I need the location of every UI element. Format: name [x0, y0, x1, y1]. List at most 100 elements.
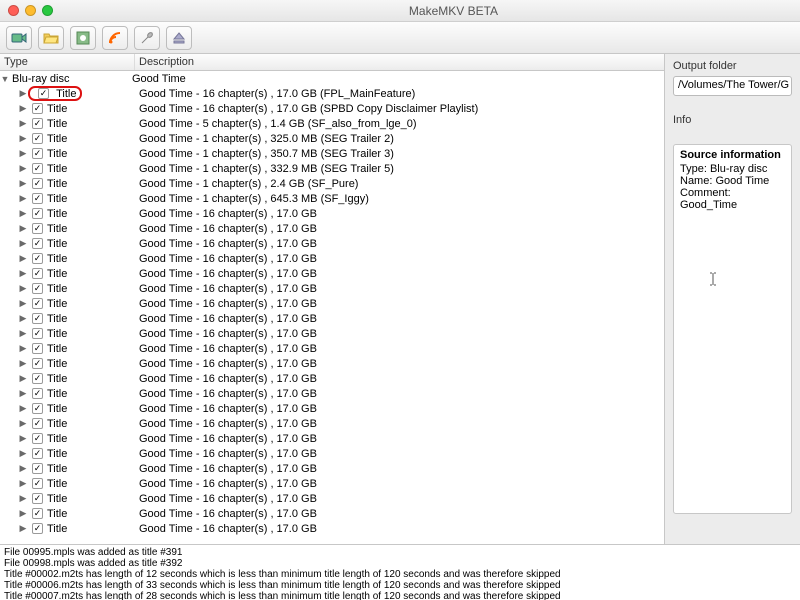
title-description[interactable]: Good Time - 16 chapter(s) , 17.0 GB [135, 403, 317, 415]
title-row[interactable]: ▶✓ TitleGood Time - 16 chapter(s) , 17.0… [0, 86, 664, 101]
title-row[interactable]: ▶✓TitleGood Time - 16 chapter(s) , 17.0 … [0, 491, 664, 506]
title-checkbox[interactable]: ✓ [32, 448, 43, 459]
title-type-label[interactable]: Title [47, 328, 107, 340]
title-row[interactable]: ▶✓TitleGood Time - 16 chapter(s) , 17.0 … [0, 251, 664, 266]
title-row[interactable]: ▶✓TitleGood Time - 16 chapter(s) , 17.0 … [0, 446, 664, 461]
disclosure-triangle-icon[interactable]: ▶ [18, 463, 28, 474]
title-checkbox[interactable]: ✓ [32, 523, 43, 534]
title-checkbox[interactable]: ✓ [32, 478, 43, 489]
title-row[interactable]: ▶✓TitleGood Time - 16 chapter(s) , 17.0 … [0, 371, 664, 386]
disclosure-triangle-icon[interactable]: ▶ [18, 133, 28, 144]
root-type[interactable]: Blu-ray disc [10, 73, 128, 85]
disclosure-triangle-icon[interactable]: ▶ [18, 328, 28, 339]
title-type-label[interactable]: Title [47, 163, 107, 175]
title-checkbox[interactable]: ✓ [32, 283, 43, 294]
title-row[interactable]: ▶✓TitleGood Time - 16 chapter(s) , 17.0 … [0, 236, 664, 251]
title-checkbox[interactable]: ✓ [32, 358, 43, 369]
title-row[interactable]: ▶✓TitleGood Time - 16 chapter(s) , 17.0 … [0, 431, 664, 446]
title-row[interactable]: ▶✓TitleGood Time - 16 chapter(s) , 17.0 … [0, 281, 664, 296]
minimize-window-button[interactable] [25, 5, 36, 16]
log-panel[interactable]: File 00995.mpls was added as title #391F… [0, 544, 800, 600]
title-type-label[interactable]: Title [47, 493, 107, 505]
title-description[interactable]: Good Time - 16 chapter(s) , 17.0 GB [135, 298, 317, 310]
title-row[interactable]: ▶✓TitleGood Time - 16 chapter(s) , 17.0 … [0, 476, 664, 491]
title-type-label[interactable]: Title [47, 433, 107, 445]
title-description[interactable]: Good Time - 16 chapter(s) , 17.0 GB (SPB… [135, 103, 478, 115]
title-type-label[interactable]: Title [47, 523, 107, 535]
title-type-label[interactable]: Title [47, 103, 107, 115]
title-checkbox[interactable]: ✓ [32, 313, 43, 324]
title-checkbox[interactable]: ✓ [32, 148, 43, 159]
title-description[interactable]: Good Time - 16 chapter(s) , 17.0 GB [135, 508, 317, 520]
output-folder-field[interactable]: /Volumes/The Tower/G [673, 76, 792, 96]
title-description[interactable]: Good Time - 16 chapter(s) , 17.0 GB [135, 268, 317, 280]
title-row[interactable]: ▶✓TitleGood Time - 16 chapter(s) , 17.0 … [0, 101, 664, 116]
title-type-label[interactable]: Title [47, 343, 107, 355]
title-type-label[interactable]: Title [47, 478, 107, 490]
title-type-label[interactable]: Title [47, 178, 107, 190]
title-row[interactable]: ▶ ✓ Title Good Time - 16 chapter(s) , 17.0 … [0, 326, 664, 341]
root-desc[interactable]: Good Time [128, 73, 186, 85]
title-type-label[interactable]: Title [47, 268, 107, 280]
settings-button[interactable] [134, 26, 160, 50]
disclosure-triangle-icon[interactable]: ▶ [18, 493, 28, 504]
disclosure-triangle-icon[interactable]: ▶ [18, 88, 28, 99]
title-checkbox[interactable]: ✓ [32, 253, 43, 264]
title-row[interactable]: ▶✓TitleGood Time - 16 chapter(s) , 17.0 … [0, 341, 664, 356]
title-description[interactable]: Good Time - 16 chapter(s) , 17.0 GB [135, 373, 317, 385]
disclosure-triangle-icon[interactable]: ▶ [18, 103, 28, 114]
disclosure-triangle-icon[interactable]: ▶ [18, 478, 28, 489]
title-description[interactable]: Good Time - 5 chapter(s) , 1.4 GB (SF_al… [135, 118, 417, 130]
disclosure-triangle-icon[interactable]: ▶ [18, 433, 28, 444]
title-description[interactable]: Good Time - 16 chapter(s) , 17.0 GB [135, 208, 317, 220]
disclosure-triangle-icon[interactable]: ▶ [18, 448, 28, 459]
disclosure-triangle-icon[interactable]: ▶ [18, 358, 28, 369]
title-row[interactable]: ▶✓TitleGood Time - 16 chapter(s) , 17.0 … [0, 206, 664, 221]
title-tree[interactable]: ▼Blu-ray discGood Time▶✓ TitleGood Time … [0, 71, 664, 544]
title-row[interactable]: ▶ ✓ Title Good Time - 16 chapter(s) , 17.0 … [0, 356, 664, 371]
title-checkbox[interactable]: ✓ [32, 208, 43, 219]
disclosure-triangle-icon[interactable]: ▶ [18, 253, 28, 264]
title-checkbox[interactable]: ✓ [32, 223, 43, 234]
title-checkbox[interactable]: ✓ [32, 178, 43, 189]
title-type-label[interactable]: Title [47, 418, 107, 430]
title-checkbox[interactable]: ✓ [32, 493, 43, 504]
disclosure-triangle-icon[interactable]: ▶ [18, 283, 28, 294]
title-description[interactable]: Good Time - 1 chapter(s) , 325.0 MB (SEG… [135, 133, 394, 145]
title-checkbox[interactable]: ✓ [32, 373, 43, 384]
title-description[interactable]: Good Time - 16 chapter(s) , 17.0 GB [135, 313, 317, 325]
title-row[interactable]: ▶✓TitleGood Time - 16 chapter(s) , 17.0 … [0, 266, 664, 281]
title-row[interactable]: ▶✓TitleGood Time - 1 chapter(s) , 325.0 … [0, 131, 664, 146]
title-description[interactable]: Good Time - 16 chapter(s) , 17.0 GB [135, 238, 317, 250]
title-type-label[interactable]: Title [47, 358, 107, 370]
title-checkbox[interactable]: ✓ [32, 403, 43, 414]
title-row[interactable]: ▶✓TitleGood Time - 16 chapter(s) , 17.0 … [0, 461, 664, 476]
title-description[interactable]: Good Time - 16 chapter(s) , 17.0 GB [135, 358, 317, 370]
title-type-label[interactable]: Title [47, 373, 107, 385]
title-description[interactable]: Good Time - 1 chapter(s) , 350.7 MB (SEG… [135, 148, 394, 160]
title-checkbox[interactable]: ✓ [32, 193, 43, 204]
title-description[interactable]: Good Time - 16 chapter(s) , 17.0 GB [135, 328, 317, 340]
title-description[interactable]: Good Time - 16 chapter(s) , 17.0 GB [135, 448, 317, 460]
title-row[interactable]: ▶✓TitleGood Time - 1 chapter(s) , 350.7 … [0, 146, 664, 161]
title-checkbox[interactable]: ✓ [38, 88, 49, 99]
title-checkbox[interactable]: ✓ [32, 328, 43, 339]
disclosure-triangle-icon[interactable]: ▶ [18, 343, 28, 354]
title-description[interactable]: Good Time - 16 chapter(s) , 17.0 GB [135, 463, 317, 475]
title-row[interactable]: ▶✓TitleGood Time - 5 chapter(s) , 1.4 GB… [0, 116, 664, 131]
disclosure-triangle-icon[interactable]: ▶ [18, 193, 28, 204]
disclosure-triangle-icon[interactable]: ▶ [18, 238, 28, 249]
title-description[interactable]: Good Time - 1 chapter(s) , 2.4 GB (SF_Pu… [135, 178, 358, 190]
title-row[interactable]: ▶✓TitleGood Time - 16 chapter(s) , 17.0 … [0, 416, 664, 431]
title-checkbox[interactable]: ✓ [32, 133, 43, 144]
disclosure-triangle-icon[interactable]: ▶ [18, 508, 28, 519]
title-description[interactable]: Good Time - 16 chapter(s) , 17.0 GB [135, 343, 317, 355]
title-type-label[interactable]: Title [47, 223, 107, 235]
title-type-label[interactable]: Title [47, 238, 107, 250]
title-type-label[interactable]: Title [47, 148, 107, 160]
title-description[interactable]: Good Time - 16 chapter(s) , 17.0 GB [135, 253, 317, 265]
title-row[interactable]: ▶✓TitleGood Time - 1 chapter(s) , 332.9 … [0, 161, 664, 176]
title-type-label[interactable]: Title [47, 463, 107, 475]
disclosure-triangle-icon[interactable]: ▶ [18, 118, 28, 129]
disclosure-triangle-icon[interactable]: ▶ [18, 523, 28, 534]
